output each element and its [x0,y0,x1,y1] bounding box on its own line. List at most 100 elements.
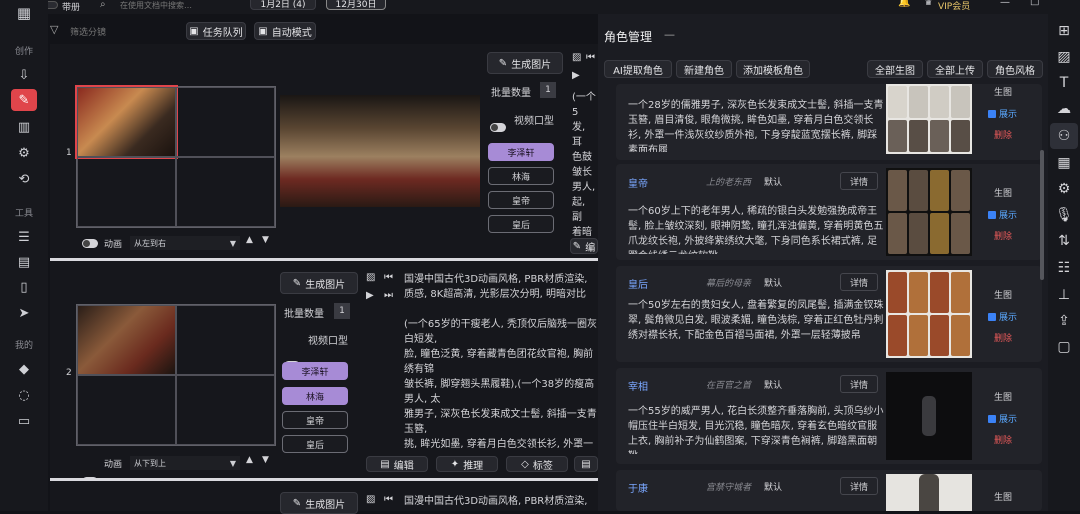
library-icon[interactable]: ▥ [0,118,48,136]
book-icon[interactable]: ▯ [0,278,48,296]
prev-icon[interactable]: ⏮ [586,52,595,63]
tags-button[interactable]: ◇ 标签 [506,456,568,472]
character-chip[interactable]: 林海 [488,167,554,185]
grid-add-icon[interactable]: ⊞ [1048,18,1080,44]
chat-icon[interactable]: ◌ [0,386,48,404]
generate-button[interactable]: 生图 [994,186,1012,199]
filter-icon[interactable]: ▽ [50,23,58,36]
gallery-icon[interactable]: ▤ [0,253,48,271]
image-icon[interactable]: ▨ [1048,44,1080,70]
edit-button[interactable]: ✎ 编 [570,238,598,254]
animation-direction-select[interactable]: 从左到右 ▼ [130,236,240,250]
edit-button[interactable]: ▤ 编辑 [366,456,428,472]
empty-slot[interactable] [176,157,275,227]
bell-icon[interactable]: 🔔 [898,0,910,8]
generate-button[interactable]: 生图 [994,390,1012,403]
list-icon[interactable]: ☰ [0,228,48,246]
character-portrait[interactable] [886,84,972,154]
document-icon[interactable]: ▭ [0,412,48,430]
image-icon[interactable]: ▨ [366,494,375,505]
date-tab-1[interactable]: 1月2日 (4) [250,0,316,10]
details-button[interactable]: 详情 [840,172,878,190]
delete-button[interactable]: 删除 [994,229,1012,242]
show-checkbox[interactable]: 展示 [988,208,1017,221]
filter-shot-input[interactable]: 筛选分镜 [70,25,106,38]
next-icon[interactable]: ⏭ [384,290,393,301]
sliders-icon[interactable]: ☷ [1048,255,1080,281]
shot-preview-image[interactable] [280,95,480,207]
details-button[interactable]: 详情 [840,375,878,393]
generate-image-button[interactable]: ✎ 生成图片 [280,272,358,294]
show-checkbox[interactable]: 展示 [988,310,1017,323]
empty-slot[interactable] [176,87,275,157]
diamond-icon[interactable]: ◆ [0,360,48,378]
doc-search-input[interactable]: 在使用文档中搜索… [120,0,192,11]
image-icon[interactable]: ▨ [572,52,581,63]
prev-icon[interactable]: ⏮ [384,272,393,283]
character-chip[interactable]: 皇后 [282,435,348,453]
animation-toggle[interactable] [82,239,98,248]
voice-default[interactable]: 默认 [764,378,782,391]
character-chip[interactable]: 皇帝 [282,411,348,429]
cloud-icon[interactable]: ☁ [1048,96,1080,122]
voice-default[interactable]: 默认 [764,276,782,289]
auto-mode-button[interactable]: ▣ 自动模式 [254,22,316,40]
move-down-icon[interactable]: ▼ [262,455,269,465]
voice-default[interactable]: 默认 [764,175,782,188]
prev-icon[interactable]: ⏮ [384,494,393,505]
character-chip[interactable]: 皇后 [488,215,554,233]
app-logo-icon[interactable]: ▦ [0,4,48,22]
voice-default[interactable]: 默认 [764,480,782,493]
sort-icon[interactable]: ⇅ [1048,228,1080,254]
batch-count-input[interactable]: 1 [334,303,350,319]
comment-icon[interactable]: ▢ [1048,334,1080,360]
video-icon[interactable]: ▶ [366,290,374,301]
character-portrait[interactable] [886,474,972,511]
empty-slot[interactable] [77,375,176,445]
generate-image-button[interactable]: ✎ 生成图片 [487,52,563,74]
upload-all-button[interactable]: 全部上传 [927,60,983,78]
lipsync-toggle[interactable] [490,123,506,132]
animation-direction-select[interactable]: 从下到上 ▼ [130,456,240,470]
new-character-button[interactable]: 新建角色 [676,60,732,78]
generate-button[interactable]: 生图 [994,288,1012,301]
details-button[interactable]: 详情 [840,273,878,291]
generate-button[interactable]: 生图 [994,490,1012,503]
vip-label[interactable]: VIP会员 [938,0,970,12]
image-icon[interactable]: ▨ [366,272,375,283]
generate-all-button[interactable]: 全部生图 [867,60,923,78]
character-portrait[interactable] [886,168,972,256]
character-chip[interactable]: 林海 [282,387,348,405]
panel-scrollbar[interactable] [1040,150,1044,280]
more-button[interactable]: ▤ [574,456,598,472]
move-down-icon[interactable]: ▼ [262,235,269,245]
task-queue-button[interactable]: ▣ 任务队列 [186,22,246,40]
settings-icon[interactable]: ⚙ [0,144,48,162]
shot-prompt-text[interactable]: 国漫中国古代3D动画风格, PBR材质渲染, [404,494,598,510]
shot-prompt-text[interactable]: (一个5 发, 耳 色鼓 皱长 男人, 起, 副 着暗红 风, 下 shot, … [572,90,598,238]
delete-button[interactable]: 删除 [994,128,1012,141]
delete-button[interactable]: 删除 [994,433,1012,446]
show-checkbox[interactable]: 展示 [988,107,1017,120]
generate-button[interactable]: 生图 [994,85,1012,98]
people-icon[interactable]: ⚇ [1050,123,1078,149]
empty-slot[interactable] [77,157,176,227]
empty-slot[interactable] [176,375,275,445]
export-icon[interactable]: ⇪ [1048,308,1080,334]
empty-slot[interactable] [176,305,275,375]
hierarchy-icon[interactable]: ⊥ [1048,282,1080,308]
ai-extract-button[interactable]: AI提取角色 [604,60,672,78]
minimize-icon[interactable]: — [1000,0,1010,8]
move-up-icon[interactable]: ▲ [246,455,253,465]
show-checkbox[interactable]: 展示 [988,412,1017,425]
thumbnail-selected[interactable] [75,85,178,159]
collapse-icon[interactable]: — [664,28,675,41]
batch-count-input[interactable]: 1 [540,82,556,98]
character-chip[interactable]: 李泽轩 [282,362,348,380]
thumbnail[interactable] [77,305,176,375]
film-icon[interactable]: ▦ [1048,150,1080,176]
character-style-button[interactable]: 角色风格 [987,60,1043,78]
maximize-icon[interactable]: □ [1030,0,1039,7]
import-icon[interactable]: ⇩ [0,66,48,84]
move-up-icon[interactable]: ▲ [246,235,253,245]
